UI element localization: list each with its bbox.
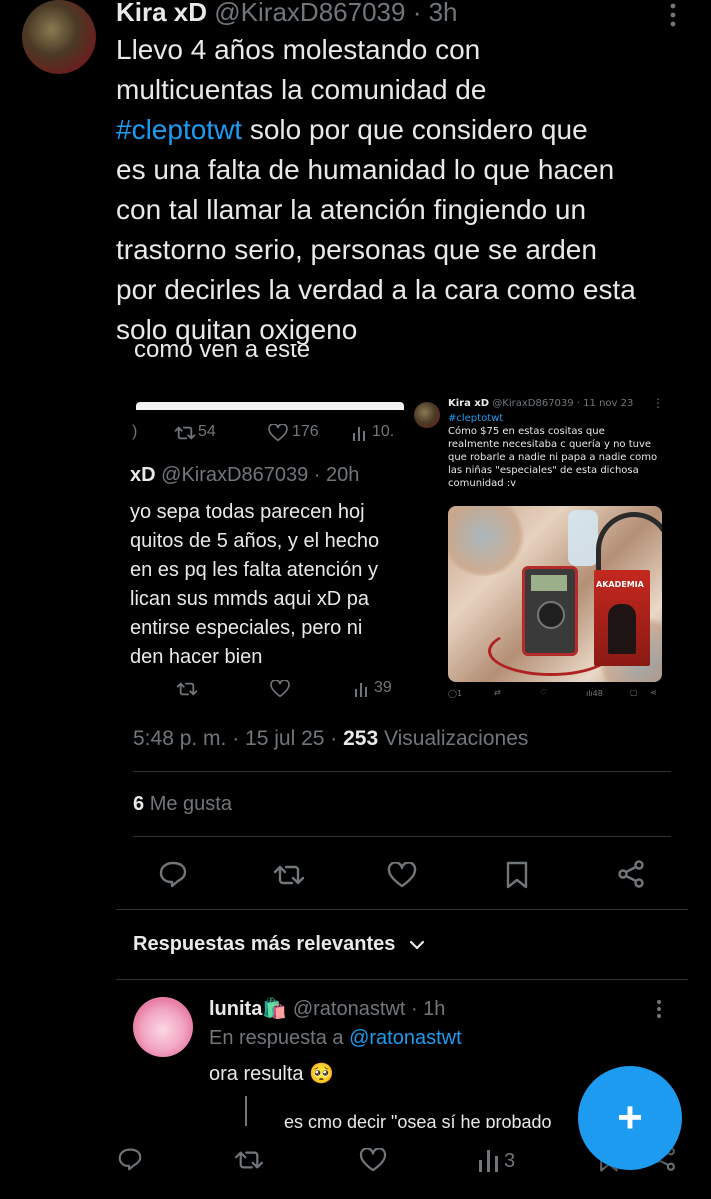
divider xyxy=(133,771,671,772)
likes-label: Me gusta xyxy=(149,793,232,815)
like-count: 176 xyxy=(292,423,319,440)
left-line: quitos de 5 años, y el hecho xyxy=(130,530,380,552)
right-handle-time: @KiraxD867039 · 11 nov 23 xyxy=(492,398,634,409)
multimeter-photo: AKADEMIA xyxy=(448,506,662,682)
divider xyxy=(116,909,688,910)
tweet-line: Llevo 4 años molestando con xyxy=(116,34,481,65)
left-line: entirse especiales, pero ni xyxy=(130,617,363,639)
left-quoted-header: xD @KiraxD867039 · 20h xyxy=(130,464,359,487)
tweet-header: Kira xD @KiraxD867039 · 3h xyxy=(116,0,458,30)
replies-sort-label: Respuestas más relevantes xyxy=(133,933,396,955)
reply-header: lunita🛍️ @ratonastwt · 1h xyxy=(209,996,445,1021)
views-count: 10. xyxy=(372,423,395,440)
left-quoted-text: yo sepa todas parecen hoj quitos de 5 añ… xyxy=(130,498,379,672)
bottle xyxy=(568,510,598,566)
tweet-line: multicuentas la comunidad de xyxy=(116,74,487,105)
white-bar xyxy=(136,402,404,410)
book-title: AKADEMIA xyxy=(596,580,644,589)
like-icon[interactable] xyxy=(359,1148,387,1172)
divider xyxy=(133,836,671,837)
shopping-bag-emoji: 🛍️ xyxy=(262,998,288,1020)
left-screenshot: ) 54 176 10. xD @KiraxD867039 · 20h yo s… xyxy=(114,394,404,714)
right-line: realmente necesitaba c quería y no tuve xyxy=(448,439,652,450)
pleading-face-emoji: 🥺 xyxy=(309,1063,334,1085)
retweet-icon[interactable] xyxy=(273,862,305,888)
right-more-icon: ⋮ xyxy=(652,396,664,410)
right-line: que robarle a nadie ni papa a nadie como xyxy=(448,452,658,463)
author-name[interactable]: Kira xD xyxy=(116,0,207,27)
right-line: Cómo $75 en estas cositas que xyxy=(448,426,605,437)
tweet-time[interactable]: · 3h xyxy=(413,0,458,27)
book: AKADEMIA xyxy=(594,570,650,666)
left-line: yo sepa todas parecen hoj xyxy=(130,501,365,523)
right-name: Kira xD xyxy=(448,398,490,409)
quoted-partial-text: es cmo decir "osea sí he probado xyxy=(284,1112,552,1128)
reply-to-line: En respuesta a @ratonastwt xyxy=(209,1027,462,1050)
left-line: den hacer bien xyxy=(130,646,263,668)
reply-icon[interactable] xyxy=(117,1147,143,1171)
retweet-icon[interactable] xyxy=(176,680,198,698)
more-options-icon[interactable] xyxy=(664,2,682,28)
left-quoted-name: xD xyxy=(130,464,156,486)
author-handle[interactable]: @KiraxD867039 xyxy=(214,0,405,27)
left-action-bar: ) 54 176 10. xyxy=(132,423,395,442)
right-line: comunidad :v xyxy=(448,478,517,489)
reply-views-count: 3 xyxy=(504,1150,516,1172)
left-quoted-handle: @KiraxD867039 · 20h xyxy=(161,464,360,486)
tweet-timestamp: 5:48 p. m. · 15 jul 25 · xyxy=(133,727,338,750)
likes-count: 6 xyxy=(133,793,145,815)
tweet-text: Llevo 4 años molestando con multicuentas… xyxy=(116,30,636,350)
views-count: 39 xyxy=(374,679,392,696)
reply-to-prefix: En respuesta a xyxy=(209,1027,344,1049)
retweet-icon[interactable] xyxy=(174,424,196,442)
retweet-icon[interactable] xyxy=(234,1148,264,1172)
reply-author-name[interactable]: lunita xyxy=(209,998,262,1020)
reply-handle[interactable]: @ratonastwt · 1h xyxy=(293,998,446,1020)
author-avatar[interactable] xyxy=(22,0,96,74)
tweet-line: trastorno serio, personas que se arden xyxy=(116,234,597,265)
pattern-blob xyxy=(448,506,528,576)
tweet-meta: 5:48 p. m. · 15 jul 25 · 253 Visualizaci… xyxy=(133,727,528,751)
right-action-bar: ◯1 ⇄ ♡ ılı48 ▢ ⋖ xyxy=(448,688,657,698)
like-icon[interactable] xyxy=(270,680,290,698)
replies-sort[interactable]: Respuestas más relevantes xyxy=(133,933,425,956)
plus-icon: + xyxy=(617,1093,643,1142)
reply-more-icon[interactable] xyxy=(652,999,666,1019)
left-line: en es pq les falta atención y xyxy=(130,559,378,581)
reply-avatar[interactable] xyxy=(133,997,193,1057)
reply-text: ora resulta 🥺 xyxy=(209,1063,334,1085)
chevron-down-icon xyxy=(409,939,425,951)
views-count: 253 xyxy=(343,727,379,750)
like-icon[interactable] xyxy=(387,862,417,888)
views-icon xyxy=(352,425,370,441)
retweet-count: 54 xyxy=(198,423,216,440)
views-icon[interactable] xyxy=(478,1148,500,1172)
right-line: las niñas "especiales" de esta dichosa xyxy=(448,465,639,476)
tweet-image[interactable]: como ven a este ) 54 176 10. xD @KiraxD8… xyxy=(114,344,674,716)
left-line: lican sus mmds aqui xD pa xyxy=(130,588,369,610)
views-icon xyxy=(354,681,372,697)
like-icon[interactable] xyxy=(268,424,288,442)
divider xyxy=(116,979,688,980)
left-bottom-bar: 39 xyxy=(114,678,404,702)
compose-fab[interactable]: + xyxy=(578,1066,682,1170)
likes-summary[interactable]: 6 Me gusta xyxy=(133,793,232,816)
tweet-line: #cleptotwt solo por que considero que xyxy=(116,114,588,145)
tweet-line: por decirles la verdad a la cara como es… xyxy=(116,274,636,305)
views-label: Visualizaciones xyxy=(384,727,529,750)
tweet-line: con tal llamar la atención fingiendo un xyxy=(116,194,587,225)
quote-line xyxy=(245,1096,247,1126)
right-screenshot: Kira xD @KiraxD867039 · 11 nov 23 ⋮ #cle… xyxy=(410,394,674,704)
share-icon[interactable] xyxy=(617,860,645,888)
cropped-caption: como ven a este xyxy=(134,344,311,363)
right-hashtag: #cleptotwt xyxy=(448,413,504,424)
headphones xyxy=(596,512,662,571)
hashtag-link[interactable]: #cleptotwt xyxy=(116,114,242,145)
reply-icon[interactable] xyxy=(158,860,188,888)
tweet-line: es una falta de humanidad lo que hacen xyxy=(116,154,615,185)
right-avatar xyxy=(414,402,440,428)
bookmark-icon[interactable] xyxy=(505,860,529,890)
reply-to-handle[interactable]: @ratonastwt xyxy=(349,1027,462,1049)
